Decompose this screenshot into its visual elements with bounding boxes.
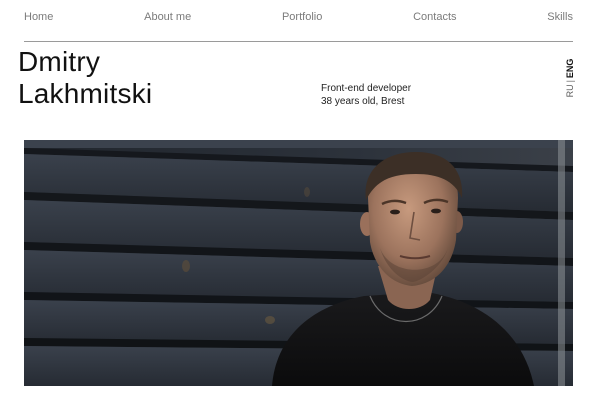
profile-details: 38 years old, Brest [321,96,405,107]
nav-contacts-link[interactable]: Contacts [413,11,456,23]
last-name: Lakhmitski [18,78,153,109]
lang-ru-option[interactable]: RU [565,84,575,97]
top-nav: Home About me Portfolio Contacts Skills [24,9,573,25]
nav-about-link[interactable]: About me [144,11,191,23]
portrait-image [24,140,573,386]
nav-portfolio-link[interactable]: Portfolio [282,11,322,23]
nav-skills-link[interactable]: Skills [547,11,573,23]
profile-info: Front-end developer 38 years old, Brest [321,82,411,108]
lang-eng-option[interactable]: ENG [565,59,575,79]
page: Home About me Portfolio Contacts Skills … [0,0,600,400]
profile-role: Front-end developer [321,83,412,94]
profile-name: Dmitry Lakhmitski [18,46,152,110]
lang-separator: | [565,80,575,83]
hero-photo [24,140,573,386]
language-switcher: RU | ENG [564,57,576,99]
first-name: Dmitry [18,46,101,77]
nav-home-link[interactable]: Home [24,11,53,23]
nav-divider [24,41,573,42]
